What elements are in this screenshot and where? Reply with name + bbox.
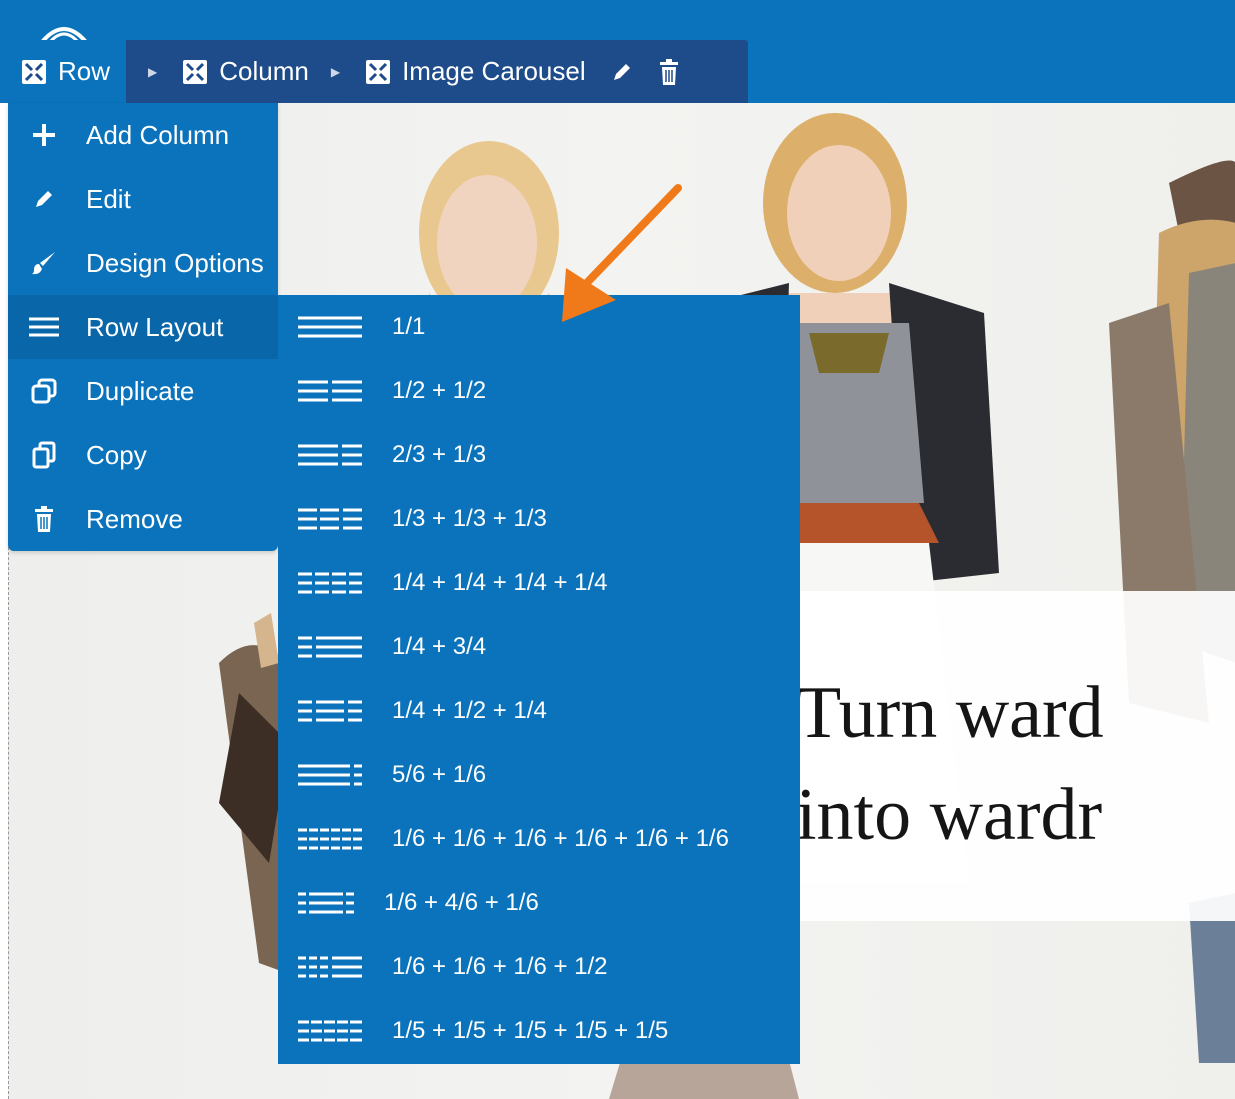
trash-icon [16, 506, 72, 532]
row-layout-submenu: 1/1 1/2 + 1/2 2/3 + 1/3 1/3 + 1/3 + 1/3 … [278, 295, 800, 1064]
layout-option-1-6-4-6-1-6[interactable]: 1/6 + 4/6 + 1/6 [278, 871, 800, 935]
layout-option-label: 1/4 + 1/4 + 1/4 + 1/4 [392, 569, 608, 596]
menu-item-label: Remove [86, 503, 183, 534]
layout-1-6-4-6-1-6-icon [298, 892, 354, 914]
pencil-icon [16, 187, 72, 211]
brush-icon [16, 250, 72, 276]
layout-option-1-4-3-4[interactable]: 1/4 + 3/4 [278, 615, 800, 679]
menu-item-label: Design Options [86, 247, 264, 278]
plus-icon [16, 122, 72, 148]
menu-item-label: Add Column [86, 119, 230, 150]
menu-item-duplicate[interactable]: Duplicate [8, 359, 278, 423]
menu-item-label: Copy [86, 439, 147, 470]
layout-5-6-1-6-icon [298, 764, 362, 786]
layout-1-5-x5-icon [298, 1020, 362, 1042]
menu-item-row-layout[interactable]: Row Layout [8, 295, 278, 359]
layout-1-2-1-2-icon [298, 380, 362, 402]
menu-item-add-column[interactable]: Add Column [8, 103, 278, 167]
layout-1-3-x3-icon [298, 508, 362, 530]
menu-item-label: Row Layout [86, 311, 224, 342]
layout-option-1-1[interactable]: 1/1 [278, 295, 800, 359]
breadcrumb-row-label: Row [58, 56, 111, 86]
caret-right-icon: ▶ [148, 64, 158, 79]
layout-option-label: 5/6 + 1/6 [392, 761, 487, 788]
layout-2-3-1-3-icon [298, 444, 362, 466]
menu-item-label: Duplicate [86, 375, 195, 406]
layout-option-2-3-1-3[interactable]: 2/3 + 1/3 [278, 423, 800, 487]
layout-option-1-5-x5[interactable]: 1/5 + 1/5 + 1/5 + 1/5 + 1/5 [278, 999, 800, 1063]
pencil-icon[interactable] [610, 60, 634, 84]
caret-right-icon: ▶ [330, 64, 341, 79]
hero-line-2: into wardr [796, 774, 1103, 856]
layout-1-6-x3-1-2-icon [298, 956, 362, 978]
row-actions-menu: Add Column Edit Design Options Row Layou… [8, 103, 278, 551]
menu-item-edit[interactable]: Edit [8, 167, 278, 231]
layout-option-label: 1/2 + 1/2 [392, 377, 487, 404]
layout-option-label: 1/6 + 4/6 + 1/6 [384, 889, 539, 916]
layout-1-4-x4-icon [298, 572, 362, 594]
layout-option-label: 1/5 + 1/5 + 1/5 + 1/5 + 1/5 [392, 1017, 669, 1044]
breadcrumb-column-label: Column [219, 56, 309, 86]
breadcrumb-row[interactable]: Row [8, 40, 126, 103]
layout-option-5-6-1-6[interactable]: 5/6 + 1/6 [278, 743, 800, 807]
hero-line-1: Turn ward [796, 672, 1104, 754]
hero-heading: Turn ward into wardr [796, 662, 1104, 866]
layout-option-label: 2/3 + 1/3 [392, 441, 487, 468]
annotation-arrow-icon [562, 184, 682, 322]
layout-option-1-3-x3[interactable]: 1/3 + 1/3 + 1/3 [278, 487, 800, 551]
duplicate-icon [16, 378, 72, 404]
layout-1-4-1-2-1-4-icon [298, 700, 362, 722]
layout-option-1-6-x6[interactable]: 1/6 + 1/6 + 1/6 + 1/6 + 1/6 + 1/6 [278, 807, 800, 871]
layout-1-4-3-4-icon [298, 636, 362, 658]
layout-option-label: 1/1 [392, 313, 426, 340]
lines-icon [16, 316, 72, 338]
layout-option-1-4-1-2-1-4[interactable]: 1/4 + 1/2 + 1/4 [278, 679, 800, 743]
layout-1-6-x6-icon [298, 828, 362, 850]
menu-item-remove[interactable]: Remove [8, 487, 278, 551]
layout-option-1-4-x4[interactable]: 1/4 + 1/4 + 1/4 + 1/4 [278, 551, 800, 615]
move-arrows-icon [20, 58, 48, 86]
breadcrumb-column[interactable]: Column [181, 40, 309, 103]
copy-icon [16, 441, 72, 469]
breadcrumb-image-carousel-label: Image Carousel [402, 56, 586, 86]
layout-1-1-icon [298, 316, 362, 338]
layout-option-1-2-1-2[interactable]: 1/2 + 1/2 [278, 359, 800, 423]
layout-option-label: 1/6 + 1/6 + 1/6 + 1/2 [392, 953, 608, 980]
layout-option-label: 1/3 + 1/3 + 1/3 [392, 505, 547, 532]
layout-option-label: 1/6 + 1/6 + 1/6 + 1/6 + 1/6 + 1/6 [392, 825, 729, 852]
move-arrows-icon [181, 58, 209, 86]
layout-option-1-6-x3-1-2[interactable]: 1/6 + 1/6 + 1/6 + 1/2 [278, 935, 800, 999]
trash-icon[interactable] [658, 58, 680, 85]
move-arrows-icon [364, 58, 392, 86]
menu-item-copy[interactable]: Copy [8, 423, 278, 487]
menu-item-label: Edit [86, 183, 131, 214]
menu-item-design-options[interactable]: Design Options [8, 231, 278, 295]
element-breadcrumb: Row ▶ Column ▶ Image Carousel [8, 40, 748, 103]
layout-option-label: 1/4 + 3/4 [392, 633, 487, 660]
layout-option-label: 1/4 + 1/2 + 1/4 [392, 697, 547, 724]
breadcrumb-image-carousel[interactable]: Image Carousel [364, 40, 586, 103]
